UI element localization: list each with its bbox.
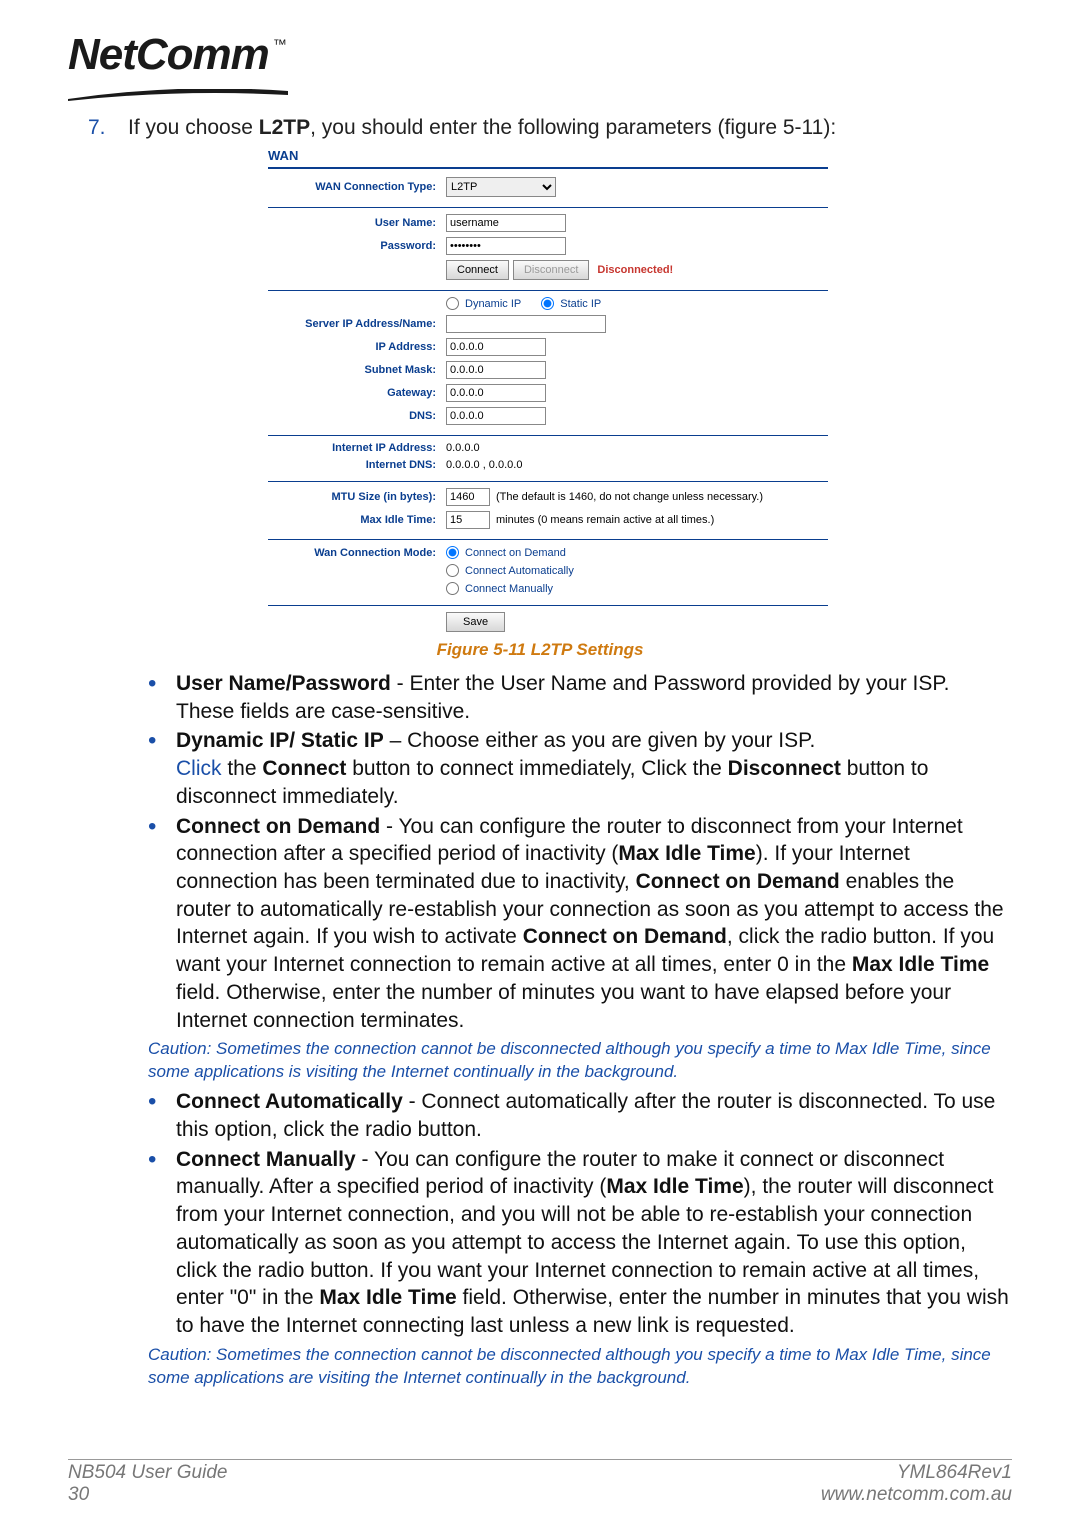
wan-title: WAN bbox=[268, 148, 828, 163]
caution-note-2: Caution: Sometimes the connection cannot… bbox=[148, 1344, 1012, 1390]
username-field[interactable] bbox=[446, 214, 566, 232]
label-gateway: Gateway: bbox=[268, 387, 446, 399]
divider bbox=[268, 290, 828, 291]
trademark-icon: ™ bbox=[273, 36, 287, 52]
footer-url: www.netcomm.com.au bbox=[821, 1484, 1012, 1506]
mode-manual-radio[interactable] bbox=[446, 582, 459, 595]
max-idle-field[interactable] bbox=[446, 511, 490, 529]
step-7: 7. If you choose L2TP, you should enter … bbox=[88, 116, 1012, 140]
password-field[interactable] bbox=[446, 237, 566, 255]
label-username: User Name: bbox=[268, 217, 446, 229]
wan-connection-type-select[interactable]: L2TP bbox=[446, 177, 556, 197]
bullet-dynamic-static: Dynamic IP/ Static IP – Choose either as… bbox=[148, 727, 1012, 810]
label-subnet: Subnet Mask: bbox=[268, 364, 446, 376]
divider bbox=[268, 605, 828, 606]
divider bbox=[268, 435, 828, 436]
page-footer: NB504 User Guide 30 YML864Rev1 www.netco… bbox=[68, 1459, 1012, 1506]
mode-demand-radio[interactable] bbox=[446, 546, 459, 559]
dynamic-ip-radio[interactable] bbox=[446, 297, 459, 310]
label-max-idle: Max Idle Time: bbox=[268, 514, 446, 526]
description-list-2: Connect Automatically - Connect automati… bbox=[148, 1088, 1012, 1339]
label-dns: DNS: bbox=[268, 410, 446, 422]
logo: NetComm ™ bbox=[68, 30, 1012, 106]
connect-button[interactable]: Connect bbox=[446, 260, 509, 280]
footer-revision: YML864Rev1 bbox=[821, 1462, 1012, 1484]
save-button[interactable]: Save bbox=[446, 612, 505, 632]
bullet-connect-on-demand: Connect on Demand - You can configure th… bbox=[148, 813, 1012, 1035]
gateway-field[interactable] bbox=[446, 384, 546, 402]
dynamic-ip-label: Dynamic IP bbox=[465, 298, 521, 310]
label-mtu: MTU Size (in bytes): bbox=[268, 491, 446, 503]
swoosh-icon bbox=[68, 89, 288, 101]
mtu-field[interactable] bbox=[446, 488, 490, 506]
static-ip-label: Static IP bbox=[560, 298, 601, 310]
mode-manual-label: Connect Manually bbox=[465, 583, 553, 595]
label-ip: IP Address: bbox=[268, 341, 446, 353]
divider bbox=[268, 539, 828, 540]
divider bbox=[268, 167, 828, 169]
label-password: Password: bbox=[268, 240, 446, 252]
label-conn-type: WAN Connection Type: bbox=[268, 181, 446, 193]
subnet-field[interactable] bbox=[446, 361, 546, 379]
step-text: If you choose L2TP, you should enter the… bbox=[128, 116, 836, 140]
label-mode: Wan Connection Mode: bbox=[268, 547, 446, 559]
wan-settings-panel: WAN WAN Connection Type: L2TP User Name:… bbox=[268, 148, 828, 632]
internet-ip-value: 0.0.0.0 bbox=[446, 442, 480, 454]
connection-status: Disconnected! bbox=[597, 264, 673, 276]
disconnect-button[interactable]: Disconnect bbox=[513, 260, 589, 280]
mode-auto-label: Connect Automatically bbox=[465, 565, 574, 577]
click-link[interactable]: Click bbox=[176, 757, 222, 780]
ip-field[interactable] bbox=[446, 338, 546, 356]
divider bbox=[268, 481, 828, 482]
divider bbox=[268, 207, 828, 208]
dns-field[interactable] bbox=[446, 407, 546, 425]
figure-caption: Figure 5-11 L2TP Settings bbox=[68, 640, 1012, 660]
mode-auto-radio[interactable] bbox=[446, 564, 459, 577]
internet-dns-value: 0.0.0.0 , 0.0.0.0 bbox=[446, 459, 522, 471]
server-ip-field[interactable] bbox=[446, 315, 606, 333]
label-inet-dns: Internet DNS: bbox=[268, 459, 446, 471]
mtu-hint: (The default is 1460, do not change unle… bbox=[496, 491, 763, 503]
footer-guide-name: NB504 User Guide bbox=[68, 1462, 227, 1484]
bullet-username-password: User Name/Password - Enter the User Name… bbox=[148, 670, 1012, 725]
label-server-ip: Server IP Address/Name: bbox=[268, 318, 446, 330]
bullet-connect-automatically: Connect Automatically - Connect automati… bbox=[148, 1088, 1012, 1143]
footer-page-number: 30 bbox=[68, 1484, 227, 1506]
description-list: User Name/Password - Enter the User Name… bbox=[148, 670, 1012, 1034]
label-inet-ip: Internet IP Address: bbox=[268, 442, 446, 454]
static-ip-radio[interactable] bbox=[541, 297, 554, 310]
max-idle-hint: minutes (0 means remain active at all ti… bbox=[496, 514, 714, 526]
step-number: 7. bbox=[88, 116, 110, 140]
logo-brand: NetComm bbox=[68, 30, 269, 80]
bullet-connect-manually: Connect Manually - You can configure the… bbox=[148, 1146, 1012, 1340]
mode-demand-label: Connect on Demand bbox=[465, 547, 566, 559]
caution-note-1: Caution: Sometimes the connection cannot… bbox=[148, 1038, 1012, 1084]
